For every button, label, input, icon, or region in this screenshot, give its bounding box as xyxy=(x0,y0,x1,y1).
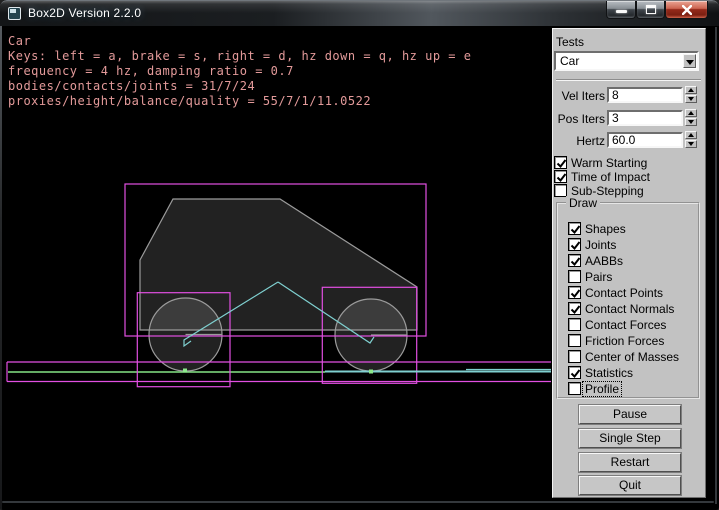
checkbox-label: Joints xyxy=(585,238,616,252)
hertz-label: Hertz xyxy=(553,134,605,148)
checkbox-label: Contact Normals xyxy=(585,302,674,316)
maximize-button[interactable] xyxy=(636,1,665,19)
contact-point-rear xyxy=(183,369,187,373)
arrow-up-icon xyxy=(688,88,694,92)
vel-iters-up-button[interactable] xyxy=(685,86,697,94)
title-bar[interactable]: Box2D Version 2.2.0 xyxy=(0,0,719,26)
checkbox-label: AABBs xyxy=(585,254,623,268)
vel-iters-stepper xyxy=(685,86,697,103)
window-controls xyxy=(606,1,708,20)
checkbox-label: Time of Impact xyxy=(571,170,650,184)
check-icon xyxy=(569,239,582,252)
app-icon xyxy=(8,7,21,20)
checkbox-label: Pairs xyxy=(585,270,612,284)
check-icon xyxy=(569,287,582,300)
pos-iters-down-button[interactable] xyxy=(685,118,697,126)
check-icon xyxy=(569,303,582,316)
simulation-canvas[interactable]: CarKeys: left = a, brake = s, right = d,… xyxy=(2,27,551,503)
stats-line-title: Car xyxy=(8,34,471,49)
quit-button[interactable]: Quit xyxy=(579,476,681,495)
chevron-down-icon xyxy=(686,60,694,65)
checkbox-box[interactable] xyxy=(568,222,581,235)
pause-button[interactable]: Pause xyxy=(579,405,681,424)
maximize-icon xyxy=(646,5,656,14)
tests-dropdown[interactable]: Car xyxy=(554,51,699,71)
checkbox-box[interactable] xyxy=(568,366,581,379)
checkbox-box[interactable] xyxy=(568,318,581,331)
close-button[interactable] xyxy=(665,1,708,19)
tests-dropdown-button[interactable] xyxy=(683,54,696,68)
vel-iters-field[interactable]: 8 xyxy=(607,87,683,103)
minimize-icon xyxy=(616,10,627,13)
hertz-stepper xyxy=(685,131,697,148)
checkbox-box[interactable] xyxy=(554,170,567,183)
app-window: Box2D Version 2.2.0 xyxy=(0,0,719,510)
checkbox-box[interactable] xyxy=(568,350,581,363)
draw-group-label: Draw xyxy=(566,196,600,210)
check-icon xyxy=(555,157,568,170)
checkbox-box[interactable] xyxy=(568,254,581,267)
stats-line-frequency: frequency = 4 hz, damping ratio = 0.7 xyxy=(8,64,471,79)
checkbox-box[interactable] xyxy=(568,382,581,395)
stats-line-keys: Keys: left = a, brake = s, right = d, hz… xyxy=(8,49,471,64)
minimize-button[interactable] xyxy=(606,1,636,19)
contact-point-front xyxy=(369,370,373,374)
pos-iters-label: Pos Iters xyxy=(553,112,605,126)
stats-line-bodies: bodies/contacts/joints = 31/7/24 xyxy=(8,79,471,94)
checkbox-box[interactable] xyxy=(554,156,567,169)
separator xyxy=(556,79,701,81)
checkbox-box[interactable] xyxy=(568,270,581,283)
close-icon xyxy=(682,5,692,15)
check-icon xyxy=(555,171,568,184)
single-step-button[interactable]: Single Step xyxy=(579,429,681,448)
window-frame-bottom xyxy=(2,501,714,503)
arrow-down-icon xyxy=(688,97,694,101)
window-frame-left xyxy=(0,26,2,510)
pos-iters-field[interactable]: 3 xyxy=(607,110,683,126)
checkbox-label: Contact Points xyxy=(585,286,663,300)
hertz-down-button[interactable] xyxy=(685,140,697,148)
check-icon xyxy=(569,255,582,268)
checkbox-box[interactable] xyxy=(568,334,581,347)
pos-iters-up-button[interactable] xyxy=(685,109,697,117)
arrow-up-icon xyxy=(688,111,694,115)
pos-iters-stepper xyxy=(685,109,697,126)
arrow-down-icon xyxy=(688,142,694,146)
checkbox-label: Friction Forces xyxy=(585,334,664,348)
restart-button[interactable]: Restart xyxy=(579,453,681,472)
checkbox-label: Warm Starting xyxy=(571,156,647,170)
arrow-up-icon xyxy=(688,133,694,137)
check-icon xyxy=(569,223,582,236)
checkbox-box[interactable] xyxy=(568,238,581,251)
checkbox-label: Center of Masses xyxy=(585,350,679,364)
check-icon xyxy=(569,367,582,380)
checkbox-label: Statistics xyxy=(585,366,633,380)
hertz-up-button[interactable] xyxy=(685,131,697,139)
debug-stats-text: CarKeys: left = a, brake = s, right = d,… xyxy=(8,34,471,139)
control-panel: Tests Car Vel Iters 8 Pos Iters 3 Hertz … xyxy=(552,28,706,498)
hertz-field[interactable]: 60.0 xyxy=(607,132,683,148)
checkbox-box[interactable] xyxy=(568,286,581,299)
vel-iters-down-button[interactable] xyxy=(685,95,697,103)
vel-iters-label: Vel Iters xyxy=(553,89,605,103)
checkbox-label: Contact Forces xyxy=(585,318,666,332)
checkbox-box[interactable] xyxy=(568,302,581,315)
window-frame-right xyxy=(715,27,717,504)
tests-label: Tests xyxy=(556,35,584,49)
checkbox-label: Profile xyxy=(583,382,621,396)
stats-line-proxies: proxies/height/balance/quality = 55/7/1/… xyxy=(8,94,471,109)
tests-dropdown-value: Car xyxy=(560,54,579,68)
window-title: Box2D Version 2.2.0 xyxy=(28,6,141,20)
arrow-down-icon xyxy=(688,120,694,124)
checkbox-label: Shapes xyxy=(585,222,626,236)
